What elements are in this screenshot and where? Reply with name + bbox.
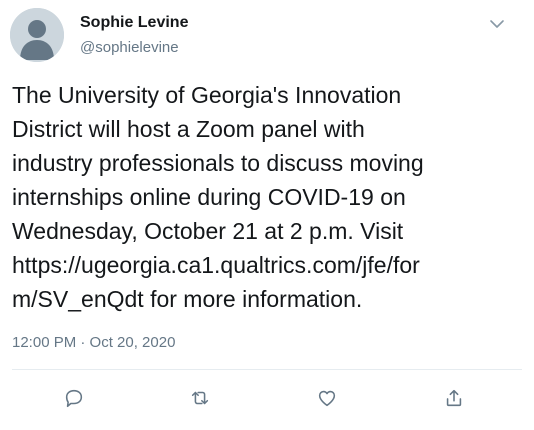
tweet-text-line: m/SV_enQdt for more information. <box>12 286 363 312</box>
tweet-link-line[interactable]: https://ugeorgia.ca1.qualtrics.com/jfe/f… <box>12 248 524 282</box>
tweet-text-line: The University of Georgia's Innovation <box>12 82 402 108</box>
tweet-text-line: internships online during COVID-19 on <box>12 184 406 210</box>
reply-icon <box>65 389 83 408</box>
divider <box>12 369 522 370</box>
share-button[interactable] <box>440 384 468 412</box>
reply-button[interactable] <box>60 384 88 412</box>
author-name[interactable]: Sophie Levine <box>80 13 188 33</box>
tweet-text: The University of Georgia's Innovation D… <box>12 78 524 316</box>
retweet-button[interactable] <box>186 384 214 412</box>
retweet-icon <box>191 391 209 405</box>
tweet-text-line: industry professionals to discuss moving <box>12 150 424 176</box>
tweet-timestamp[interactable]: 12:00 PM · Oct 20, 2020 <box>12 333 175 353</box>
tweet-actions <box>0 380 534 416</box>
default-avatar-icon <box>10 8 64 62</box>
avatar[interactable] <box>10 8 64 62</box>
tweet-text-line: Wednesday, October 21 at 2 p.m. Visit <box>12 218 404 244</box>
tweet-menu-button[interactable] <box>487 14 507 34</box>
like-button[interactable] <box>313 384 341 412</box>
heart-icon <box>318 390 336 407</box>
chevron-down-icon <box>490 20 504 28</box>
share-icon <box>446 389 462 407</box>
tweet-card: Sophie Levine @sophielevine The Universi… <box>0 0 534 430</box>
tweet-text-line: District will host a Zoom panel with <box>12 116 365 142</box>
author-handle[interactable]: @sophielevine <box>80 38 179 58</box>
